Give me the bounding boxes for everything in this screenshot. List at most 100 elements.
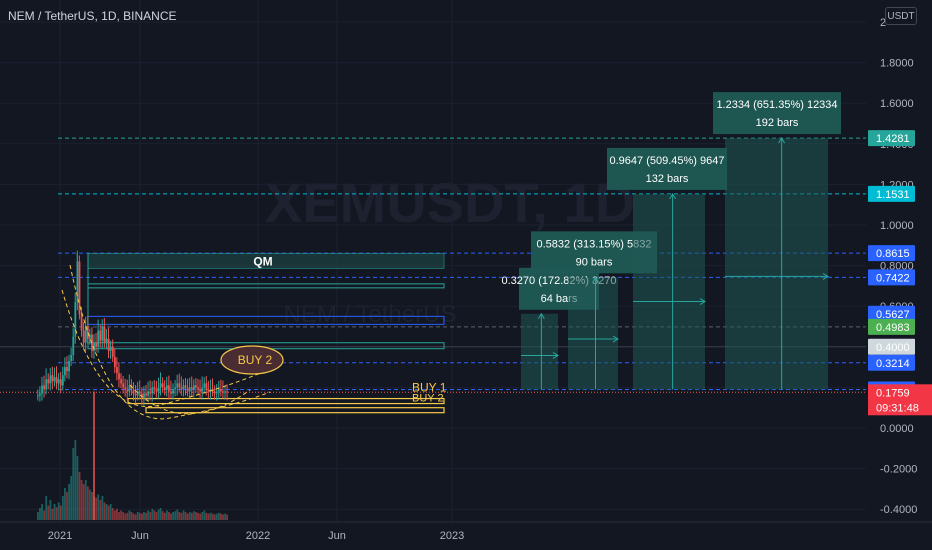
volume-bar <box>184 512 187 520</box>
volume-bar <box>78 472 81 520</box>
candle-body <box>172 389 174 394</box>
volume-bar <box>82 484 85 520</box>
volume-bar <box>220 513 222 520</box>
candle-body <box>107 338 110 351</box>
volume-bar <box>186 513 189 520</box>
candle-body <box>178 383 181 388</box>
candle-body <box>111 346 114 357</box>
volume-bar <box>226 514 229 520</box>
volume-bar <box>149 512 152 520</box>
volume-bar <box>209 512 212 520</box>
candle-body <box>149 391 152 394</box>
candle-body <box>193 385 195 390</box>
volume-bar <box>109 504 112 520</box>
price-tick-label: 1.0000 <box>880 220 914 232</box>
time-tick-label: Jun <box>131 530 149 542</box>
volume-bar <box>111 508 114 520</box>
volume-bar <box>176 509 179 520</box>
buy-zones <box>127 397 445 414</box>
candle-body <box>109 346 112 351</box>
volume-bar <box>182 510 185 520</box>
candle-body <box>197 387 199 390</box>
current-price-tag: 0.1759 09:31:48 <box>868 384 932 416</box>
candle-body <box>41 385 43 394</box>
candle-body <box>103 326 106 343</box>
measure-label-bars: 90 bars <box>576 256 613 268</box>
candle-body <box>155 389 158 392</box>
candle-body <box>190 387 193 390</box>
volume-bar <box>151 508 154 520</box>
price-tag-label: 1.1531 <box>876 189 910 201</box>
volume-bar <box>101 496 104 520</box>
candle-body <box>45 379 48 390</box>
candle-body <box>105 338 108 343</box>
candle-body <box>163 387 166 390</box>
measure-box <box>725 138 828 390</box>
price-tick-label: 1.8000 <box>880 58 914 70</box>
volume-bar <box>124 513 127 520</box>
volume-bar <box>97 494 100 520</box>
price-tag-label: 0.7422 <box>876 272 910 284</box>
candle-body <box>99 330 102 341</box>
candle-body <box>222 391 224 393</box>
candle-body <box>170 391 172 394</box>
volume-bar <box>155 512 158 520</box>
candle-body <box>161 383 164 388</box>
candle-body <box>203 383 206 388</box>
volume-bar <box>213 514 216 520</box>
volume-bar <box>126 512 129 520</box>
candle-body <box>128 385 131 392</box>
candle-body <box>213 391 216 394</box>
volume-bar <box>161 511 164 520</box>
volume-bar <box>197 512 199 520</box>
volume-bar <box>49 500 52 520</box>
volume-bar <box>201 512 204 520</box>
candle-body <box>51 375 54 382</box>
measure-label-value: 0.9647 (509.45%) 9647 <box>610 155 725 167</box>
candle-body <box>180 387 183 390</box>
candle-body <box>174 387 177 390</box>
symbol-title[interactable]: NEM / TetherUS, 1D, BINANCE <box>8 9 177 23</box>
price-chart[interactable]: XEMUSDT, 1D NEM / TetherUS 0.3270 (172.8… <box>0 0 932 550</box>
candle-body <box>199 389 202 392</box>
candle-body <box>55 377 58 384</box>
candle-body <box>57 379 60 384</box>
volume-bar <box>103 502 106 520</box>
measurement-boxes: 0.3270 (172.82%) 327064 bars0.5832 (313.… <box>502 92 841 390</box>
volume-bar <box>59 505 62 520</box>
price-tag-label: 0.3214 <box>876 358 910 370</box>
volume-bar <box>168 512 170 520</box>
candles <box>37 250 229 406</box>
buy2-zone <box>145 407 445 414</box>
buy2-right-label: BUY 2 <box>412 393 444 405</box>
candle-body <box>120 379 122 384</box>
measure-box <box>521 313 558 390</box>
volume-bar <box>61 496 64 520</box>
qm-label: QM <box>253 254 272 268</box>
candle-body <box>59 379 62 386</box>
volume-bar <box>170 513 172 520</box>
volume-bar <box>180 512 183 520</box>
candle-body <box>118 373 120 380</box>
candle-body <box>95 342 98 347</box>
volume-bar <box>45 496 48 520</box>
candle-body <box>49 375 52 384</box>
candle-body <box>224 391 226 393</box>
candle-body <box>122 383 125 388</box>
volume-bar <box>130 512 133 520</box>
candle-body <box>126 389 129 392</box>
volume-bar <box>84 480 87 520</box>
candle-body <box>165 385 168 390</box>
candle-body <box>72 336 75 355</box>
currency-button[interactable]: USDT <box>885 7 917 25</box>
price-tick-label: -0.4000 <box>880 504 917 516</box>
volume-bar <box>207 513 210 520</box>
volume-bar <box>57 502 60 520</box>
volume-bar <box>64 488 66 520</box>
volume-bar <box>222 514 224 520</box>
time-tick-label: 2021 <box>48 530 72 542</box>
candle-body <box>138 391 141 394</box>
volume-bar <box>159 508 162 520</box>
volume-bar <box>193 511 195 520</box>
candle-body <box>80 314 83 331</box>
